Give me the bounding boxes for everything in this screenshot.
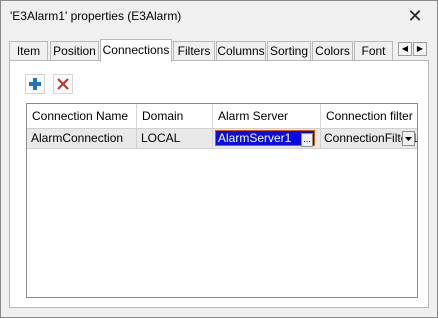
tab-filters[interactable]: Filters bbox=[173, 41, 215, 61]
remove-connection-button[interactable] bbox=[53, 74, 73, 94]
cell-domain[interactable]: LOCAL bbox=[137, 129, 213, 149]
tab-scroll-left-button[interactable]: ◀ bbox=[398, 42, 412, 56]
tab-font[interactable]: Font bbox=[354, 41, 393, 61]
chevron-right-icon: ▶ bbox=[416, 44, 424, 53]
grid-header: Connection Name Domain Alarm Server Conn… bbox=[27, 104, 417, 129]
column-header-alarm-server[interactable]: Alarm Server bbox=[213, 104, 321, 128]
close-icon: ✕ bbox=[407, 6, 423, 26]
connection-filter-dropdown-button[interactable] bbox=[402, 131, 415, 146]
cell-connection-name[interactable]: AlarmConnection bbox=[27, 129, 137, 149]
cell-connection-filter[interactable]: ConnectionFilter1 bbox=[321, 129, 417, 149]
tab-strip: Item Position Connections Filters Column… bbox=[9, 39, 429, 62]
tab-sorting[interactable]: Sorting bbox=[267, 41, 311, 61]
add-connection-button[interactable] bbox=[25, 74, 45, 94]
connections-grid: Connection Name Domain Alarm Server Conn… bbox=[26, 103, 418, 298]
tab-item[interactable]: Item bbox=[9, 41, 48, 61]
column-header-connection-name[interactable]: Connection Name bbox=[27, 104, 137, 128]
column-header-connection-filter[interactable]: Connection filter bbox=[321, 104, 417, 128]
alarm-server-value: AlarmServer1 bbox=[218, 131, 292, 145]
tab-colors[interactable]: Colors bbox=[312, 41, 353, 61]
x-icon bbox=[57, 78, 69, 90]
properties-window: 'E3Alarm1' properties (E3Alarm) ✕ Item P… bbox=[0, 0, 438, 318]
tab-position[interactable]: Position bbox=[50, 41, 99, 61]
alarm-server-browse-button[interactable]: ... bbox=[301, 133, 313, 147]
window-title: 'E3Alarm1' properties (E3Alarm) bbox=[10, 9, 182, 23]
tab-scroll-right-button[interactable]: ▶ bbox=[413, 42, 427, 56]
title-bar: 'E3Alarm1' properties (E3Alarm) ✕ bbox=[1, 1, 437, 32]
tab-columns[interactable]: Columns bbox=[216, 41, 266, 61]
chevron-left-icon: ◀ bbox=[401, 44, 409, 53]
column-header-domain[interactable]: Domain bbox=[137, 104, 213, 128]
close-button[interactable]: ✕ bbox=[393, 1, 437, 32]
cell-alarm-server[interactable]: AlarmServer1 ... bbox=[213, 129, 321, 149]
ellipsis-icon: ... bbox=[303, 134, 311, 144]
plus-icon bbox=[29, 78, 41, 90]
tab-connections[interactable]: Connections bbox=[100, 39, 172, 62]
alarm-server-editor[interactable]: AlarmServer1 ... bbox=[215, 130, 315, 147]
chevron-down-icon bbox=[405, 136, 412, 141]
table-row[interactable]: AlarmConnection LOCAL AlarmServer1 ... C… bbox=[27, 129, 417, 149]
connections-page: Connection Name Domain Alarm Server Conn… bbox=[9, 60, 429, 308]
